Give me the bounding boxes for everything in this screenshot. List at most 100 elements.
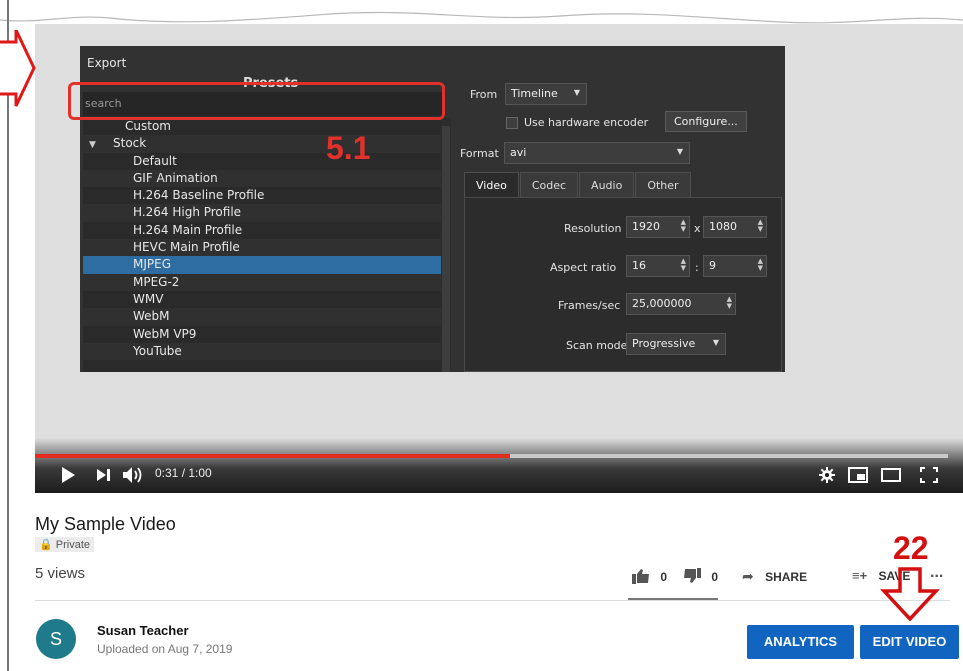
view-count: 5 views: [35, 565, 86, 582]
miniplayer-icon[interactable]: [848, 467, 868, 483]
video-title: My Sample Video: [35, 514, 176, 534]
configure-button[interactable]: Configure...: [665, 111, 747, 132]
tree-item[interactable]: WebM VP9: [83, 326, 441, 343]
tab-other[interactable]: Other: [635, 172, 691, 198]
export-title: Export: [87, 56, 127, 70]
play-icon[interactable]: [60, 466, 76, 484]
tree-item-label: WebM: [133, 309, 170, 324]
resolution-x: x: [694, 222, 701, 235]
frames-per-sec-label: Frames/sec: [558, 299, 621, 312]
gear-icon[interactable]: [819, 467, 835, 483]
aspect-height-value: 9: [709, 259, 716, 272]
spin-arrows-icon[interactable]: ▲ ▼: [758, 258, 763, 272]
aspect-ratio-label: Aspect ratio: [550, 261, 617, 274]
tree-item-label: YouTube: [133, 343, 182, 358]
tree-item[interactable]: MPEG-2: [83, 273, 441, 291]
aspect-width-value: 16: [632, 259, 646, 272]
format-select-value: avi: [510, 146, 527, 159]
tree-item-label: GIF Animation: [133, 170, 218, 185]
from-label: From: [470, 88, 498, 101]
edit-video-button[interactable]: EDIT VIDEO: [860, 625, 959, 659]
fullscreen-icon[interactable]: [920, 467, 938, 483]
privacy-badge: 🔒 Private: [35, 537, 95, 552]
channel-name[interactable]: Susan Teacher: [97, 623, 189, 638]
from-select-value: Timeline: [511, 87, 558, 100]
from-select[interactable]: Timeline ▼: [505, 83, 587, 105]
aspect-height-input[interactable]: 9 ▲ ▼: [703, 255, 767, 277]
arrow-down-icon: [880, 567, 940, 621]
hw-encoder-label: Use hardware encoder: [524, 116, 649, 129]
resolution-height-value: 1080: [709, 220, 737, 233]
scan-mode-label: Scan mode: [566, 339, 628, 352]
tree-item[interactable]: Default: [83, 153, 441, 170]
share-button[interactable]: ➦ SHARE: [742, 568, 807, 585]
frames-per-sec-value: 25,000000: [632, 297, 692, 310]
tree-item-label: WebM VP9: [133, 326, 197, 341]
spin-arrows-icon[interactable]: ▲ ▼: [758, 219, 763, 233]
tree-item-label: Custom: [125, 119, 171, 133]
upload-date: Uploaded on Aug 7, 2019: [97, 642, 233, 656]
chevron-down-icon: ▼: [712, 338, 719, 347]
tree-item[interactable]: ▼ Stock: [83, 135, 441, 154]
resolution-width-input[interactable]: 1920 ▲ ▼: [626, 216, 690, 238]
thumbs-down-icon: [684, 568, 701, 583]
scan-mode-select[interactable]: Progressive ▼: [626, 333, 726, 355]
tree-item-label: HEVC Main Profile: [133, 240, 240, 255]
frames-per-sec-input[interactable]: 25,000000 ▲ ▼: [626, 293, 736, 315]
next-icon[interactable]: [96, 468, 112, 482]
tree-item[interactable]: WMV: [83, 291, 441, 308]
presets-tree[interactable]: Custom ▼ Stock Default GIF Animation H.264 Ba…: [83, 118, 441, 372]
chevron-down-icon: ▼: [573, 88, 580, 97]
aspect-width-input[interactable]: 16 ▲ ▼: [626, 255, 690, 277]
like-count: 0: [660, 570, 668, 584]
tree-item-label: H.264 High Profile: [133, 205, 242, 220]
divider: [35, 600, 950, 601]
share-arrow-icon: ➦: [742, 568, 754, 584]
export-tabs: Video Codec Audio Other: [464, 172, 692, 198]
tree-item-label: MPEG-2: [133, 274, 180, 289]
aspect-separator: :: [695, 261, 699, 274]
tree-item[interactable]: YouTube: [83, 342, 441, 361]
presets-scrollbar[interactable]: [441, 118, 451, 372]
resolution-label: Resolution: [564, 222, 622, 235]
spin-arrows-icon[interactable]: ▲ ▼: [727, 296, 732, 310]
tree-item[interactable]: H.264 Baseline Profile: [83, 187, 441, 204]
tree-item[interactable]: HEVC Main Profile: [83, 239, 441, 257]
format-label: Format: [460, 147, 499, 160]
spin-arrows-icon[interactable]: ▲ ▼: [681, 258, 686, 272]
format-select[interactable]: avi ▼: [504, 142, 690, 164]
tab-audio[interactable]: Audio: [579, 172, 635, 198]
tree-item[interactable]: WebM: [83, 308, 441, 326]
tree-item[interactable]: Custom: [83, 118, 441, 135]
arrow-right-icon: [0, 30, 36, 107]
analytics-button[interactable]: ANALYTICS: [747, 625, 854, 659]
volume-icon[interactable]: [122, 466, 144, 484]
tree-item[interactable]: H.264 Main Profile: [83, 222, 441, 239]
spin-arrows-icon[interactable]: ▲ ▼: [681, 219, 686, 233]
tab-video[interactable]: Video: [464, 172, 519, 198]
tree-item-label: H.264 Main Profile: [133, 222, 243, 237]
progress-bar[interactable]: [35, 454, 510, 458]
tree-item-label: MJPEG: [133, 257, 172, 272]
tree-item[interactable]: GIF Animation: [83, 169, 441, 188]
tree-item-label: WMV: [133, 291, 164, 306]
share-label: SHARE: [765, 570, 808, 584]
dislike-count: 0: [711, 570, 719, 584]
tab-codec[interactable]: Codec: [519, 172, 579, 198]
tree-item-label: Stock: [113, 136, 147, 151]
tree-item[interactable]: H.264 High Profile: [83, 204, 441, 222]
like-button[interactable]: 0: [631, 568, 667, 584]
hw-encoder-checkbox[interactable]: [506, 117, 518, 129]
tree-item-label: H.264 Baseline Profile: [133, 188, 265, 203]
time-display: 0:31 / 1:00: [155, 466, 212, 480]
resolution-height-input[interactable]: 1080 ▲ ▼: [703, 216, 767, 238]
avatar[interactable]: S: [36, 619, 76, 659]
dislike-button[interactable]: 0: [682, 568, 718, 584]
scan-mode-value: Progressive: [632, 337, 696, 350]
resolution-width-value: 1920: [632, 220, 660, 233]
scrollbar-thumb[interactable]: [442, 126, 450, 372]
expand-triangle-icon[interactable]: ▼: [89, 137, 101, 154]
step-label-5-1: 5.1: [326, 130, 371, 166]
theater-mode-icon[interactable]: [881, 467, 901, 483]
tree-item[interactable]: MJPEG: [83, 256, 441, 274]
